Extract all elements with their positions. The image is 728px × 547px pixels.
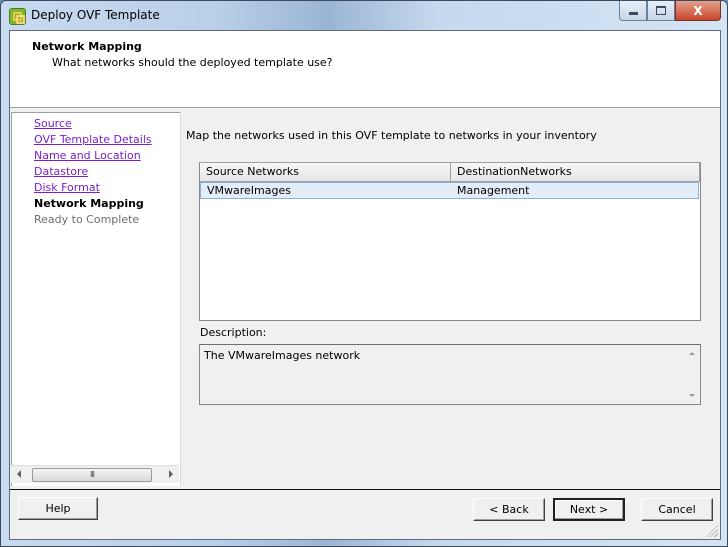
wizard-header: Network Mapping What networks should the…	[10, 31, 720, 108]
close-button[interactable]: X	[675, 1, 721, 21]
table-header: Source Networks DestinationNetworks	[200, 163, 700, 182]
column-header-source-networks[interactable]: Source Networks	[200, 163, 451, 181]
back-button[interactable]: < Back	[473, 498, 545, 521]
cancel-button[interactable]: Cancel	[641, 498, 713, 521]
step-datastore[interactable]: Datastore	[34, 165, 88, 178]
step-ovf-template-details[interactable]: OVF Template Details	[34, 133, 152, 146]
footer-divider	[10, 489, 720, 490]
step-disk-format[interactable]: Disk Format	[34, 181, 100, 194]
close-icon: X	[693, 3, 703, 18]
instructions-text: Map the networks used in this OVF templa…	[186, 129, 597, 142]
step-source[interactable]: Source	[34, 117, 72, 130]
wizard-steps-panel: Source OVF Template Details Name and Loc…	[11, 112, 181, 486]
steps-horizontal-scrollbar[interactable]: III	[11, 465, 179, 483]
description-label: Description:	[200, 326, 267, 339]
network-mapping-table: Source Networks DestinationNetworks VMwa…	[199, 162, 701, 321]
dialog-client-area: Network Mapping What networks should the…	[9, 30, 721, 540]
description-textarea[interactable]: The VMwareImages network	[199, 344, 701, 405]
deploy-ovf-window: Deploy OVF Template X Network Mapping Wh…	[0, 0, 728, 547]
step-name-and-location[interactable]: Name and Location	[34, 149, 141, 162]
resize-grip[interactable]	[706, 525, 718, 537]
scroll-up-icon[interactable]	[689, 352, 695, 355]
column-header-destination-networks[interactable]: DestinationNetworks	[451, 163, 700, 181]
step-ready-to-complete: Ready to Complete	[34, 213, 140, 226]
network-mapping-content: Map the networks used in this OVF templa…	[186, 112, 716, 485]
vsphere-app-icon	[9, 8, 26, 25]
step-network-mapping: Network Mapping	[34, 197, 144, 210]
description-vertical-scrollbar[interactable]	[684, 345, 700, 404]
page-title: Network Mapping	[32, 40, 142, 53]
next-button[interactable]: Next >	[553, 498, 625, 521]
table-row[interactable]: VMwareImages Management	[200, 182, 699, 199]
maximize-button[interactable]	[647, 1, 675, 21]
scroll-left-icon[interactable]	[17, 470, 21, 478]
page-subtitle: What networks should the deployed templa…	[52, 56, 333, 69]
scrollbar-thumb[interactable]: III	[32, 468, 152, 482]
source-network-cell: VMwareImages	[207, 184, 291, 197]
title-bar[interactable]: Deploy OVF Template X	[1, 1, 727, 30]
help-button[interactable]: Help	[18, 497, 98, 520]
maximize-icon	[656, 6, 666, 15]
caption-buttons: X	[619, 1, 721, 21]
minimize-button[interactable]	[619, 1, 647, 21]
destination-network-cell[interactable]: Management	[457, 183, 529, 198]
scroll-down-icon[interactable]	[689, 394, 695, 397]
window-title: Deploy OVF Template	[31, 8, 160, 22]
description-text: The VMwareImages network	[204, 349, 361, 362]
minimize-icon	[628, 12, 638, 15]
scroll-right-icon[interactable]	[169, 470, 173, 478]
